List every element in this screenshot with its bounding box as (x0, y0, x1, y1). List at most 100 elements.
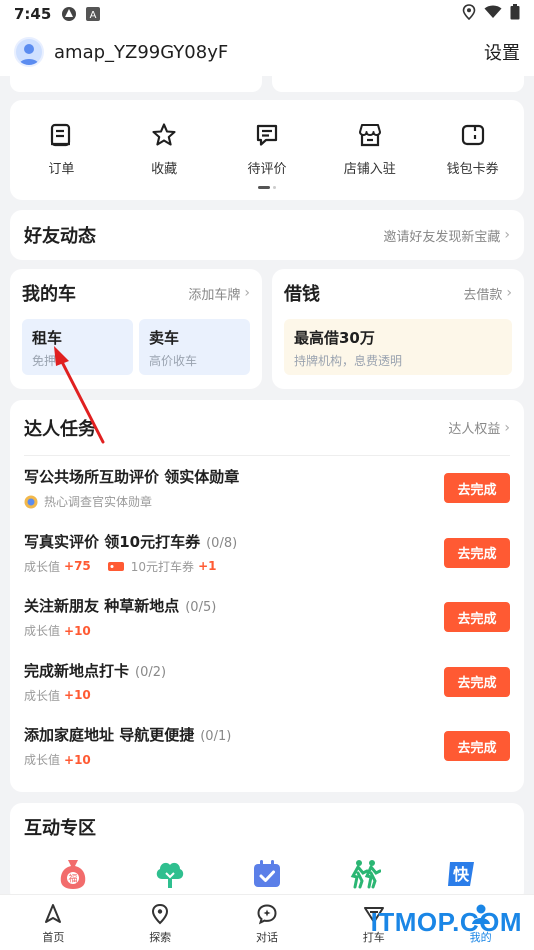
svg-text:快: 快 (453, 865, 470, 884)
store-icon (358, 124, 381, 147)
location-pin-icon (152, 903, 169, 925)
task-name: 关注新朋友 种草新地点 (24, 597, 180, 616)
tab-chat-label: 对话 (255, 931, 278, 944)
task-progress: (0/2) (135, 664, 167, 680)
calendar-check-icon[interactable] (250, 857, 284, 891)
watermark: ITMOP.COM (370, 907, 522, 937)
svg-text:福: 福 (68, 873, 77, 885)
interaction-zone-card: 互动专区 福 快 (10, 803, 524, 903)
avatar[interactable] (14, 37, 44, 67)
task-item: 关注新朋友 种草新地点 (0/5) 成长值 +10 去完成 (24, 585, 510, 650)
quick-badge-icon[interactable]: 快 (444, 857, 478, 891)
collapsed-card-left (10, 76, 262, 92)
growth-label: 成长值 (24, 753, 61, 768)
tree-icon[interactable] (153, 857, 187, 891)
complete-task-button[interactable]: 去完成 (444, 473, 510, 504)
wallet-button[interactable]: 钱包卡券 (428, 122, 518, 177)
star-icon (152, 123, 176, 146)
growth-value: +10 (64, 623, 91, 638)
loan-offer-title: 最高借30万 (294, 329, 375, 347)
expert-tasks-card: 达人任务 达人权益 › 写公共场所互助评价 领实体勋章 热心调查官实体勋章 去完… (10, 400, 524, 792)
sell-car-tile[interactable]: 卖车 高价收车 (139, 319, 250, 375)
rent-car-tile[interactable]: 租车 免押 (22, 319, 133, 375)
favorites-button[interactable]: 收藏 (119, 122, 209, 177)
chevron-right-icon: › (504, 227, 510, 243)
store-join-label: 店铺入驻 (343, 162, 396, 177)
comment-icon (256, 124, 278, 146)
complete-task-button[interactable]: 去完成 (444, 602, 510, 633)
status-bar: 7:45 A (0, 0, 534, 28)
running-people-icon[interactable] (347, 857, 382, 891)
badge-icon (24, 495, 38, 509)
add-plate-link[interactable]: 添加车牌 › (188, 284, 250, 303)
task-item: 完成新地点打卡 (0/2) 成长值 +10 去完成 (24, 650, 510, 715)
favorites-label: 收藏 (151, 162, 178, 177)
task-progress: (0/5) (185, 600, 217, 616)
battery-icon (510, 4, 520, 24)
friends-feed-card[interactable]: 好友动态 邀请好友发现新宝藏 › (10, 210, 524, 260)
loan-title: 借钱 (284, 284, 320, 305)
coupon-value: +1 (198, 559, 217, 574)
my-car-card: 我的车 添加车牌 › 租车 免押 卖车 高价收车 (10, 269, 262, 389)
tab-home[interactable]: 首页 (13, 895, 93, 950)
task-name: 完成新地点打卡 (24, 661, 130, 680)
interaction-zone-title: 互动专区 (24, 818, 96, 839)
loan-card: 借钱 去借款 › 最高借30万 持牌机构，息费透明 (272, 269, 524, 389)
chevron-right-icon: › (244, 285, 250, 301)
chevron-right-icon: › (506, 285, 512, 301)
expert-benefits-link[interactable]: 达人权益 › (448, 418, 510, 438)
task-item: 写公共场所互助评价 领实体勋章 热心调查官实体勋章 去完成 (24, 456, 510, 521)
tab-chat[interactable]: 对话 (227, 895, 307, 950)
complete-task-button[interactable]: 去完成 (444, 537, 510, 568)
growth-label: 成长值 (24, 688, 61, 703)
location-status-icon (462, 4, 476, 24)
coupon-icon (107, 559, 125, 573)
add-plate-label: 添加车牌 (188, 287, 241, 303)
wallet-icon (461, 124, 484, 146)
lucky-bag-icon[interactable]: 福 (56, 857, 90, 891)
tab-explore[interactable]: 探索 (120, 895, 200, 950)
growth-value: +10 (64, 688, 91, 703)
pending-review-button[interactable]: 待评价 (222, 122, 312, 177)
invite-friends-label: 邀请好友发现新宝藏 (383, 229, 501, 245)
order-icon (51, 123, 71, 147)
task-progress: (0/8) (206, 535, 238, 551)
vpn-icon (61, 6, 77, 22)
growth-label: 成长值 (24, 624, 61, 639)
task-name: 写公共场所互助评价 领实体勋章 (24, 468, 240, 487)
chat-icon (257, 904, 277, 925)
wallet-label: 钱包卡券 (446, 162, 499, 177)
tasks-title: 达人任务 (24, 418, 96, 440)
store-join-button[interactable]: 店铺入驻 (325, 122, 415, 177)
task-item: 添加家庭地址 导航更便捷 (0/1) 成长值 +10 去完成 (24, 714, 510, 779)
collapsed-card-right (272, 76, 524, 92)
complete-task-button[interactable]: 去完成 (444, 666, 510, 697)
task-reward: 热心调查官实体勋章 (44, 495, 153, 510)
borrow-label: 去借款 (463, 287, 503, 303)
navigation-icon (45, 904, 62, 923)
invite-friends-link[interactable]: 邀请好友发现新宝藏 › (383, 226, 510, 245)
growth-label: 成长值 (24, 559, 61, 574)
task-item: 写真实评价 领10元打车券 (0/8) 成长值 +75 10元打车券 +1 去完成 (24, 521, 510, 586)
my-car-title: 我的车 (22, 284, 76, 305)
notification-a-icon: A (85, 6, 101, 22)
loan-offer-tile[interactable]: 最高借30万 持牌机构，息费透明 (284, 319, 512, 375)
page-indicator (258, 186, 276, 189)
tab-home-label: 首页 (42, 931, 65, 944)
friends-title: 好友动态 (24, 226, 96, 247)
wifi-icon (484, 5, 502, 23)
sell-car-title: 卖车 (149, 329, 180, 347)
chevron-right-icon: › (504, 419, 510, 436)
borrow-link[interactable]: 去借款 › (463, 284, 512, 303)
order-button[interactable]: 订单 (16, 122, 106, 177)
sell-car-subtitle: 高价收车 (149, 354, 198, 368)
settings-button[interactable]: 设置 (484, 39, 520, 65)
task-progress: (0/1) (200, 729, 232, 745)
tab-explore-label: 探索 (149, 931, 172, 944)
order-label: 订单 (48, 162, 75, 177)
expert-benefits-label: 达人权益 (448, 422, 501, 437)
complete-task-button[interactable]: 去完成 (444, 731, 510, 762)
loan-offer-subtitle: 持牌机构，息费透明 (294, 354, 403, 368)
profile-header: amap_YZ99GY08yF 设置 (0, 28, 534, 76)
username[interactable]: amap_YZ99GY08yF (54, 42, 228, 63)
